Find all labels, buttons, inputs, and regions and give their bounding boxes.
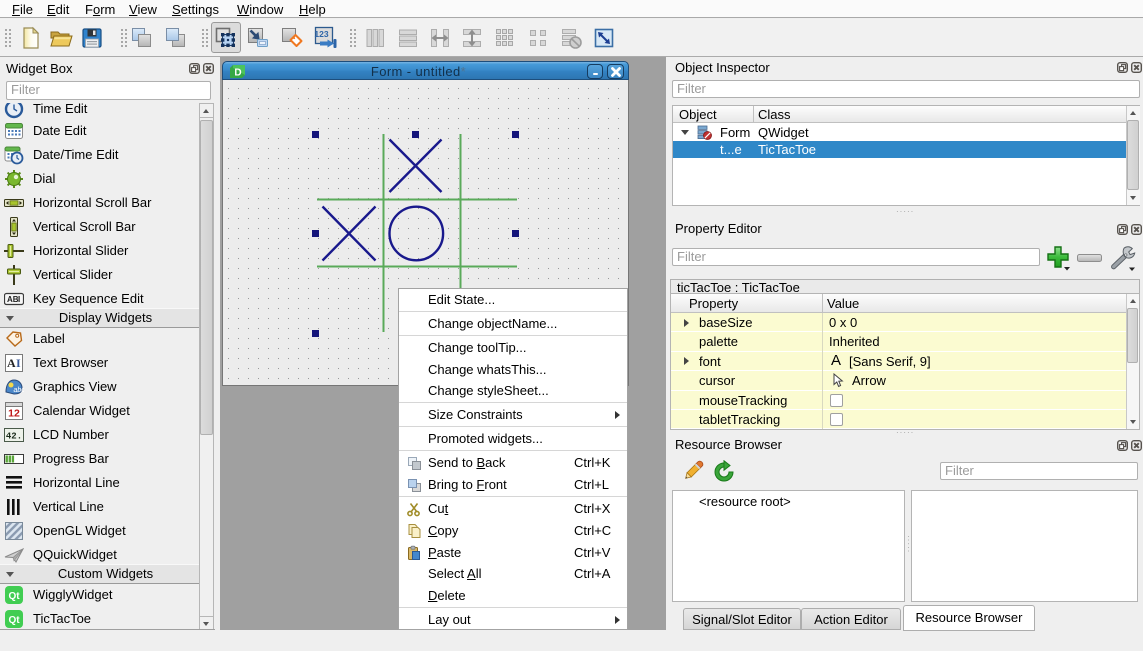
- svg-text:I: I: [16, 356, 21, 370]
- svg-text:AB: AB: [7, 295, 19, 304]
- svg-text:abc: abc: [14, 387, 25, 394]
- svg-text:A: A: [7, 356, 16, 370]
- svg-text:12: 12: [8, 408, 20, 420]
- svg-text:123: 123: [314, 29, 328, 39]
- svg-text:Qt: Qt: [8, 591, 20, 602]
- svg-text:Qt: Qt: [8, 615, 20, 626]
- svg-text:42.: 42.: [6, 432, 22, 442]
